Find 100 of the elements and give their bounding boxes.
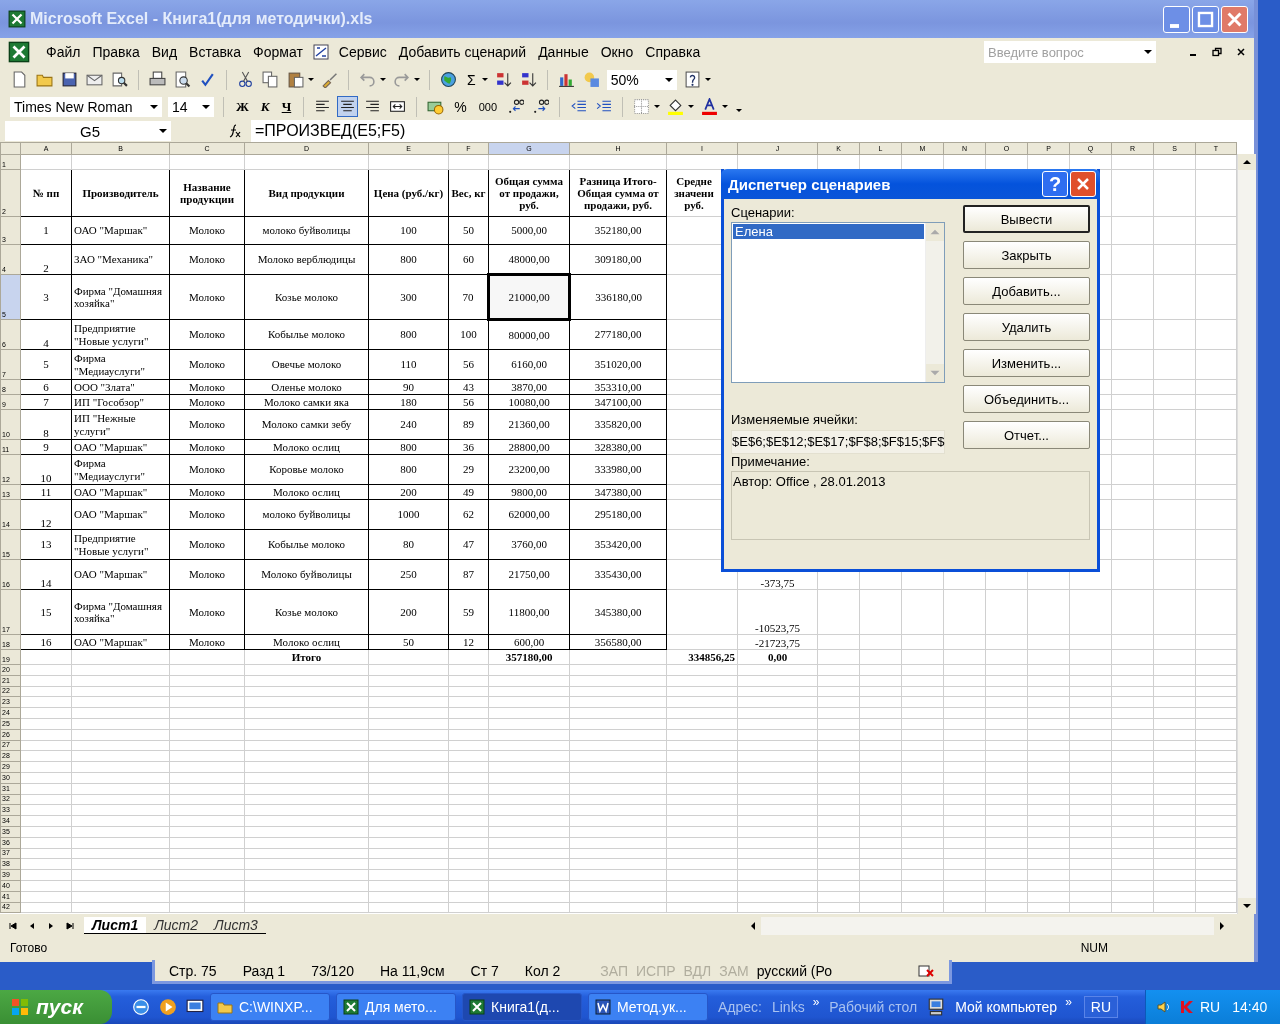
italic-button[interactable]: К [257,98,273,115]
dialog-button[interactable]: Вывести [963,205,1090,233]
sheet-tab[interactable]: Лист1 [84,917,147,934]
menu-item[interactable]: Сервис [332,44,393,60]
first-sheet-icon[interactable] [8,920,18,931]
header-cell: Разница Итого-Общая сумма от продажи, руб. [569,169,667,217]
caret-icon[interactable] [722,105,729,108]
table-cell: Молоко [169,499,245,530]
percent-button[interactable]: % [451,98,470,115]
vertical-scrollbar[interactable] [1237,154,1256,914]
table-cell: Молоко ослиц [244,439,369,455]
excel-doc-icon[interactable] [8,41,30,63]
caret-icon[interactable] [380,78,386,81]
table-cell: 12 [20,499,72,530]
taskbar-button[interactable]: Метод.ук... [588,993,708,1021]
caret-icon[interactable] [414,78,420,81]
thousands-button[interactable]: 000 [475,100,501,113]
help-icon[interactable] [682,70,702,89]
menu-item[interactable]: Окно [594,44,640,60]
table-cell: 11 [20,484,72,500]
taskbar-button[interactable]: Для мето... [336,993,456,1021]
dialog-button[interactable]: Отчет... [963,421,1090,449]
sheet-tab[interactable]: Лист3 [206,917,266,934]
menu-item[interactable]: Формат [247,44,309,60]
more-button[interactable]: » [1065,995,1072,1009]
caret-icon[interactable] [704,78,711,81]
table-cell: Фирма "Домашняя хозяйка" [71,589,170,635]
comment-field[interactable]: Автор: Office , 28.01.2013 [731,471,1090,540]
globe-icon[interactable] [439,70,458,89]
function-icon[interactable] [227,123,243,139]
table-cell: 6160,00 [488,349,570,380]
caret-icon[interactable] [308,78,314,81]
sum-button[interactable]: Σ [464,71,479,88]
underline-button[interactable]: Ч [278,98,295,115]
close-icon[interactable] [1236,47,1246,57]
changing-cells-field[interactable]: $E$6;$E$12;$E$17;$F$8;$F$15;$F$ [731,430,945,454]
speaker-icon[interactable] [1156,999,1172,1015]
decrease-decimal-icon[interactable] [531,97,551,116]
last-sheet-icon[interactable] [65,920,75,931]
scenario-icon[interactable] [312,44,329,60]
font-size-dropdown[interactable]: 14 [168,96,214,117]
scroll-up-icon[interactable] [1238,154,1256,170]
scissors-icon[interactable] [236,70,255,89]
toolbar-options-icon[interactable] [736,109,743,112]
menu-item[interactable]: Файл [40,44,87,60]
scroll-down-icon[interactable] [1238,898,1256,914]
dialog-button[interactable]: Удалить [963,313,1090,341]
menu-item[interactable]: Добавить сценарий [392,44,533,60]
question-field[interactable]: Введите вопрос [984,41,1140,63]
tray-language[interactable]: RU [1200,999,1221,1015]
dialog-button[interactable]: Объединить... [963,385,1090,413]
clipboard-icon[interactable] [286,70,305,89]
play-icon[interactable] [159,998,177,1016]
dialog-button[interactable]: Добавить... [963,277,1090,305]
taskbar-button[interactable]: Книга1(д... [462,993,582,1021]
taskbar-button[interactable]: C:\WINXP... [210,993,330,1021]
language-indicator[interactable]: RU [1083,996,1119,1018]
maximize-button[interactable] [1192,5,1219,33]
close-button[interactable] [1221,5,1248,33]
table-cell: 110 [368,349,449,380]
computer-icon[interactable] [927,998,946,1016]
copy-icon[interactable] [261,70,280,89]
table-cell: 345380,00 [569,589,667,635]
menu-item[interactable]: Данные [532,44,595,60]
spelling-status-icon[interactable] [918,962,935,979]
close-button[interactable] [1070,171,1096,197]
scenario-item[interactable]: Елена [733,224,924,239]
caret-icon[interactable] [688,105,695,108]
font-dropdown[interactable]: Times New Roman [10,96,162,117]
increase-decimal-icon[interactable] [506,97,526,116]
browser-icon[interactable] [132,998,150,1016]
table-cell: Молоко [169,589,245,635]
menu-item[interactable]: Вид [145,44,184,60]
menu-item[interactable]: Вставка [183,44,248,60]
header-cell: Общая сумма от продажи, руб. [488,169,570,217]
table-cell: 800 [368,244,449,275]
table-cell: 89 [448,409,489,440]
align-center-icon[interactable] [338,97,358,116]
help-button[interactable]: ? [1042,171,1068,197]
more-button[interactable]: » [812,995,820,1009]
formula-field[interactable]: =ПРОИЗВЕД(E5;F5) [251,120,1254,142]
start-button[interactable]: пуск [0,990,112,1024]
dialog-button[interactable]: Изменить... [963,349,1090,377]
bold-button[interactable]: Ж [233,98,252,115]
font-color-icon[interactable] [700,97,720,116]
caret-icon[interactable] [654,105,661,108]
name-box[interactable]: G5 [5,121,171,141]
flag-icon [10,997,30,1017]
minimize-button[interactable] [1163,5,1190,33]
menu-item[interactable]: Справка [639,44,707,60]
sheet-tab[interactable]: Лист2 [146,917,207,934]
fill-bucket-icon[interactable] [666,97,686,116]
zoom-dropdown[interactable]: 50% [606,69,677,90]
caret-icon[interactable] [481,78,488,81]
menu-item[interactable]: Правка [86,44,146,60]
my-computer-link[interactable]: Мой компьютер [955,999,1058,1015]
print-preview-icon[interactable] [173,70,192,89]
dialog-button[interactable]: Закрыть [963,241,1090,269]
restore-icon[interactable] [1212,47,1222,57]
page-search-icon[interactable] [110,70,129,89]
